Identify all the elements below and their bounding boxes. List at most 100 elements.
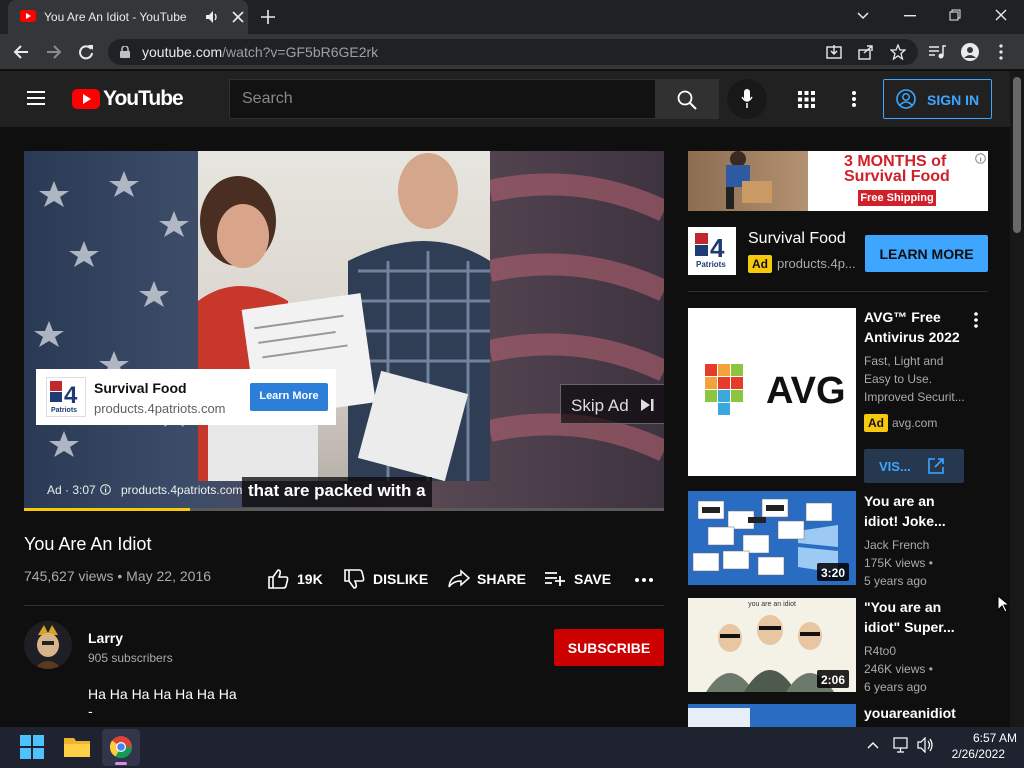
channel-name[interactable]: Larry — [88, 630, 123, 646]
settings-more-icon[interactable] — [852, 91, 856, 107]
page-scrollbar[interactable] — [1010, 71, 1024, 727]
subscribe-button[interactable]: SUBSCRIBE — [554, 629, 664, 666]
like-button[interactable]: 19K — [268, 568, 328, 590]
ad-choices-icon[interactable] — [975, 153, 986, 164]
avg-title-line2[interactable]: Antivirus 2022 — [864, 329, 960, 345]
avg-title-line1[interactable]: AVG™ Free — [864, 309, 941, 325]
voice-search-button[interactable] — [727, 79, 767, 119]
active-indicator — [115, 762, 127, 765]
sidebar-learn-more-label: LEARN MORE — [879, 246, 974, 262]
tab-search-chevron-icon[interactable] — [857, 12, 869, 20]
scrollbar-thumb[interactable] — [1013, 77, 1021, 233]
share-arrow-icon — [448, 569, 470, 588]
close-window-icon[interactable] — [995, 9, 1007, 21]
video-scene — [198, 151, 490, 481]
rec-thumbnail[interactable]: you are an idiot 2:06 — [688, 598, 856, 692]
subscribe-label: SUBSCRIBE — [567, 640, 651, 656]
progress-bar[interactable] — [24, 508, 664, 511]
avg-visit-button[interactable]: VIS... — [864, 449, 964, 483]
ad-info-url[interactable]: products.4patriots.com — [121, 483, 242, 497]
avg-logo-icon — [705, 364, 743, 415]
media-control-icon[interactable] — [928, 44, 946, 60]
new-tab-icon[interactable] — [261, 10, 275, 24]
divider — [688, 291, 988, 292]
back-arrow-icon[interactable] — [13, 44, 29, 60]
video-description: Ha Ha Ha Ha Ha Ha Ha — [88, 686, 237, 702]
rec-channel[interactable]: R4to0 — [864, 644, 896, 658]
like-count: 19K — [297, 571, 323, 587]
file-explorer-icon[interactable] — [64, 735, 90, 757]
sidebar-learn-more-button[interactable]: LEARN MORE — [865, 235, 988, 272]
search-button[interactable] — [655, 79, 719, 119]
sidebar-banner-ad[interactable]: 3 MONTHS of Survival Food Free Shipping — [688, 151, 988, 211]
avg-desc-line3: Improved Securit... — [864, 390, 965, 404]
ad-card-url: products.4patriots.com — [94, 401, 226, 416]
info-icon[interactable] — [100, 484, 111, 495]
chrome-taskbar-button[interactable] — [102, 729, 140, 766]
4patriots-logo-icon: 4 Patriots — [50, 381, 78, 413]
install-app-icon[interactable] — [826, 44, 842, 60]
4patriots-logo: 4 Patriots — [46, 377, 86, 417]
share-page-icon[interactable] — [858, 44, 874, 60]
rec-views: 246K views • — [864, 662, 933, 676]
ad-info-label: Ad · 3:07 — [47, 483, 96, 497]
lock-icon[interactable] — [120, 46, 130, 58]
rec-title-line1[interactable]: "You are an — [864, 599, 941, 615]
avg-url: avg.com — [892, 416, 938, 430]
address-bar[interactable]: youtube.com/watch?v=GF5bR6GE2rk — [108, 39, 918, 65]
banner-photo — [688, 151, 808, 211]
reload-icon[interactable] — [78, 44, 94, 60]
sign-in-button[interactable]: SIGN IN — [883, 79, 992, 119]
windows-taskbar: 6:57 AM 2/26/2022 — [0, 727, 1024, 768]
channel-avatar[interactable] — [24, 621, 72, 669]
skip-next-icon — [641, 399, 654, 411]
stars-pattern — [34, 171, 189, 457]
share-button[interactable]: SHARE — [448, 568, 526, 590]
show-hidden-icons-chevron[interactable] — [867, 741, 879, 749]
dislike-label: DISLIKE — [373, 571, 429, 587]
save-button[interactable]: SAVE — [544, 568, 614, 590]
avg-more-icon[interactable] — [974, 312, 978, 328]
rec-thumbnail[interactable] — [688, 704, 856, 727]
skip-ad-button[interactable]: Skip Ad — [560, 384, 664, 424]
svg-text:4: 4 — [710, 233, 725, 263]
hamburger-menu-icon[interactable] — [27, 91, 45, 105]
speaker-audio-icon[interactable] — [205, 10, 219, 24]
bookmark-star-icon[interactable] — [890, 44, 906, 60]
rec-title-line1[interactable]: You are an — [864, 493, 935, 509]
sidebar-ad-logo[interactable]: 4 Patriots — [688, 227, 736, 275]
restore-icon[interactable] — [949, 9, 961, 21]
browser-tab[interactable]: You Are An Idiot - YouTube — [8, 0, 248, 34]
forward-arrow-icon[interactable] — [46, 44, 62, 60]
rec-title-line2[interactable]: idiot! Joke... — [864, 513, 946, 529]
youtube-header: YouTube Search SIGN IN — [0, 71, 1010, 127]
dislike-button[interactable]: DISLIKE — [344, 568, 430, 590]
apps-grid-icon[interactable] — [798, 91, 815, 108]
volume-icon[interactable] — [917, 737, 935, 753]
ad-overlay-card[interactable]: 4 Patriots Survival Food products.4patri… — [36, 369, 336, 425]
caption-box: that are packed with a — [242, 477, 432, 507]
minimize-icon[interactable] — [904, 15, 916, 17]
network-icon[interactable] — [893, 737, 909, 753]
rec-age: 6 years ago — [864, 680, 927, 694]
rec-channel[interactable]: Jack French — [864, 538, 929, 552]
search-input[interactable]: Search — [229, 79, 656, 119]
rec-title-line1[interactable]: youareanidiot — [864, 705, 956, 721]
sidebar-ad-url: products.4p... — [777, 256, 856, 271]
duration-badge: 3:20 — [817, 563, 850, 581]
ad-learn-more-button[interactable]: Learn More — [250, 383, 328, 411]
progress-fill — [24, 508, 191, 511]
profile-avatar-icon[interactable] — [961, 43, 979, 61]
chrome-menu-icon[interactable] — [999, 44, 1003, 60]
rec-thumbnail[interactable]: 3:20 — [688, 491, 856, 585]
close-tab-icon[interactable] — [232, 11, 244, 23]
clock-date[interactable]: 2/26/2022 — [945, 747, 1005, 761]
sidebar-ad-title[interactable]: Survival Food — [748, 230, 846, 248]
clock-time[interactable]: 6:57 AM — [945, 731, 1017, 745]
avg-ad-thumbnail[interactable]: AVG — [688, 308, 856, 476]
rec-title-line2[interactable]: idiot" Super... — [864, 619, 955, 635]
windows-start-icon[interactable] — [20, 735, 44, 759]
more-actions-icon[interactable] — [635, 578, 653, 582]
video-player[interactable]: 4 Patriots Survival Food products.4patri… — [24, 151, 664, 511]
free-shipping-label: Free Shipping — [860, 192, 934, 204]
